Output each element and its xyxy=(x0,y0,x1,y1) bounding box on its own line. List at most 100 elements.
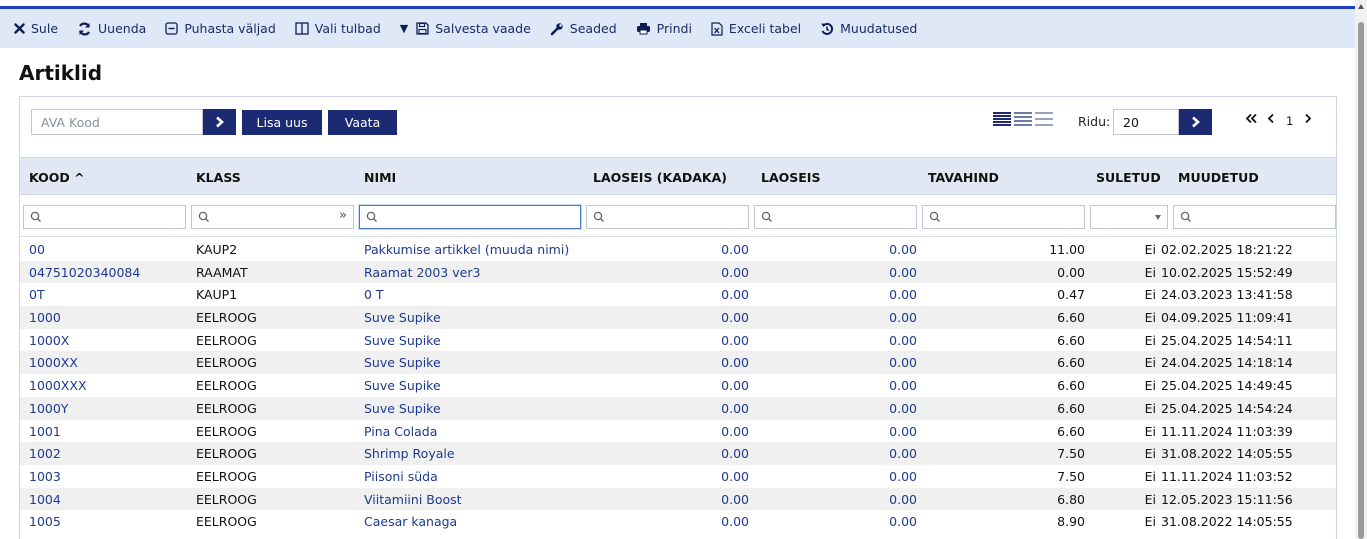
cell-laoseis-kadaka[interactable]: 0.00 xyxy=(721,355,749,370)
cell-kood[interactable]: 1000XXX xyxy=(29,378,87,393)
print-button[interactable]: Prindi xyxy=(636,21,692,36)
table-row[interactable]: 1000XXX EELROOG Suve Supike 0.00 0.00 6.60 Ei 2… xyxy=(20,374,1336,397)
cell-laoseis[interactable]: 0.00 xyxy=(889,378,917,393)
density-compact-icon[interactable] xyxy=(993,112,1011,126)
cell-kood[interactable]: 1000XX xyxy=(29,355,78,370)
cell-laoseis[interactable]: 0.00 xyxy=(889,287,917,302)
cell-nimi[interactable]: Suve Supike xyxy=(364,401,441,416)
ava-go-button[interactable] xyxy=(203,109,236,135)
table-row[interactable]: 1000Y EELROOG Suve Supike 0.00 0.00 6.60 Ei 25.… xyxy=(20,396,1336,420)
cell-laoseis[interactable]: 0.00 xyxy=(889,469,917,484)
view-button[interactable]: Vaata xyxy=(328,110,397,135)
cell-laoseis-kadaka[interactable]: 0.00 xyxy=(721,424,749,439)
column-header-nimi[interactable]: NIMI xyxy=(364,170,396,185)
double-chevron-right-icon[interactable]: » xyxy=(339,208,347,223)
cell-nimi[interactable]: Suve Supike xyxy=(364,333,441,348)
cell-laoseis[interactable]: 0.00 xyxy=(889,424,917,439)
rows-per-page-input[interactable] xyxy=(1113,109,1179,135)
cell-kood[interactable]: 0T xyxy=(29,287,45,302)
filter-laoseis-input[interactable] xyxy=(754,205,917,229)
cell-laoseis[interactable]: 0.00 xyxy=(889,401,917,416)
cell-kood[interactable]: 1002 xyxy=(29,446,61,461)
cell-kood[interactable]: 1001 xyxy=(29,424,61,439)
cell-nimi[interactable]: Suve Supike xyxy=(364,355,441,370)
settings-button[interactable]: Seaded xyxy=(550,21,617,36)
filter-kood-input[interactable] xyxy=(23,205,186,229)
cell-nimi[interactable]: Suve Supike xyxy=(364,310,441,325)
table-row[interactable]: 1002 EELROOG Shrimp Royale 0.00 0.00 7.50 Ei 31… xyxy=(20,442,1336,465)
cell-laoseis[interactable]: 0.00 xyxy=(889,333,917,348)
rows-go-button[interactable] xyxy=(1179,109,1212,135)
density-wide-icon[interactable] xyxy=(1035,112,1053,126)
filter-suletud-select[interactable] xyxy=(1090,205,1168,229)
cell-nimi[interactable]: Viitamiini Boost xyxy=(364,492,462,507)
cell-laoseis-kadaka[interactable]: 0.00 xyxy=(721,242,749,257)
cell-laoseis[interactable]: 0.00 xyxy=(889,514,917,529)
table-row[interactable]: 1004 EELROOG Viitamiini Boost 0.00 0.00 6.80 E… xyxy=(20,487,1336,511)
save-view-dropdown[interactable]: ▼ xyxy=(400,22,408,35)
cell-kood[interactable]: 1005 xyxy=(29,514,61,529)
close-button[interactable]: Sule xyxy=(14,21,58,36)
cell-laoseis-kadaka[interactable]: 0.00 xyxy=(721,265,749,280)
cell-nimi[interactable]: 0 T xyxy=(364,287,384,302)
cell-nimi[interactable]: Pina Colada xyxy=(364,424,437,439)
cell-kood[interactable]: 04751020340084 xyxy=(29,265,140,280)
cell-kood[interactable]: 1000X xyxy=(29,333,69,348)
column-header-kood[interactable]: KOOD ^ xyxy=(29,170,85,185)
table-row[interactable]: 1000XX EELROOG Suve Supike 0.00 0.00 6.60 Ei 24… xyxy=(20,351,1336,375)
cell-laoseis-kadaka[interactable]: 0.00 xyxy=(721,378,749,393)
cell-kood[interactable]: 00 xyxy=(29,242,45,257)
cell-nimi[interactable]: Raamat 2003 ver3 xyxy=(364,265,480,280)
cell-laoseis-kadaka[interactable]: 0.00 xyxy=(721,333,749,348)
column-header-suletud[interactable]: SULETUD xyxy=(1096,170,1161,185)
excel-table-button[interactable]: Exceli tabel xyxy=(711,21,801,36)
column-header-muudetud[interactable]: MUUDETUD xyxy=(1178,170,1259,185)
cell-laoseis[interactable]: 0.00 xyxy=(889,242,917,257)
cell-laoseis-kadaka[interactable]: 0.00 xyxy=(721,287,749,302)
table-row[interactable]: 1000X EELROOG Suve Supike 0.00 0.00 6.60 Ei 25.… xyxy=(20,328,1336,352)
filter-laoseis-kadaka-input[interactable] xyxy=(586,205,749,229)
changes-button[interactable]: Muudatused xyxy=(820,21,917,36)
cell-nimi[interactable]: Caesar kanaga xyxy=(364,514,457,529)
cell-kood[interactable]: 1003 xyxy=(29,469,61,484)
table-row[interactable]: 1005 EELROOG Caesar kanaga 0.00 0.00 8.90 Ei 31… xyxy=(20,510,1336,533)
refresh-button[interactable]: Uuenda xyxy=(77,21,146,36)
scroll-up-icon[interactable] xyxy=(1358,4,1364,9)
column-header-tavahind[interactable]: TAVAHIND xyxy=(928,170,999,185)
cell-nimi[interactable]: Suve Supike xyxy=(364,378,441,393)
table-row[interactable]: 04751020340084 RAAMAT Raamat 2003 ver3 0.00… xyxy=(20,260,1336,284)
cell-nimi[interactable]: Piisoni süda xyxy=(364,469,438,484)
clear-fields-button[interactable]: Puhasta väljad xyxy=(165,21,276,36)
scrollbar-thumb[interactable] xyxy=(1358,22,1364,539)
filter-tavahind-input[interactable] xyxy=(922,205,1085,229)
first-page-icon[interactable] xyxy=(1245,113,1258,128)
previous-page-icon[interactable] xyxy=(1267,113,1275,128)
column-header-laoseis[interactable]: LAOSEIS xyxy=(761,170,820,185)
column-header-klass[interactable]: KLASS xyxy=(196,170,241,185)
cell-laoseis-kadaka[interactable]: 0.00 xyxy=(721,469,749,484)
ava-code-input[interactable] xyxy=(31,109,203,135)
cell-laoseis[interactable]: 0.00 xyxy=(889,446,917,461)
cell-laoseis-kadaka[interactable]: 0.00 xyxy=(721,514,749,529)
choose-columns-button[interactable]: Vali tulbad xyxy=(295,21,381,36)
table-row[interactable]: 1001 EELROOG Pina Colada 0.00 0.00 6.60 Ei 11.1… xyxy=(20,419,1336,443)
cell-laoseis-kadaka[interactable]: 0.00 xyxy=(721,401,749,416)
cell-kood[interactable]: 1000 xyxy=(29,310,61,325)
cell-nimi[interactable]: Pakkumise artikkel (muuda nimi) xyxy=(364,242,569,257)
cell-nimi[interactable]: Shrimp Royale xyxy=(364,446,455,461)
cell-laoseis-kadaka[interactable]: 0.00 xyxy=(721,492,749,507)
save-view-button[interactable]: Salvesta vaade xyxy=(416,21,531,36)
cell-laoseis[interactable]: 0.00 xyxy=(889,492,917,507)
cell-laoseis[interactable]: 0.00 xyxy=(889,355,917,370)
vertical-scrollbar[interactable] xyxy=(1355,0,1367,539)
table-row[interactable]: 1003 EELROOG Piisoni süda 0.00 0.00 7.50 Ei 11.… xyxy=(20,464,1336,488)
add-new-button[interactable]: Lisa uus xyxy=(242,110,322,135)
column-header-laoseis-kadaka[interactable]: LAOSEIS (KADAKA) xyxy=(593,170,727,185)
density-normal-icon[interactable] xyxy=(1014,112,1032,126)
table-row[interactable]: 00 KAUP2 Pakkumise artikkel (muuda nimi) 0.… xyxy=(20,238,1336,261)
cell-laoseis[interactable]: 0.00 xyxy=(889,265,917,280)
table-row[interactable]: 1000 EELROOG Suve Supike 0.00 0.00 6.60 Ei 04.0… xyxy=(20,306,1336,329)
filter-muudetud-input[interactable] xyxy=(1173,205,1336,229)
next-page-icon[interactable] xyxy=(1304,113,1312,128)
cell-kood[interactable]: 1004 xyxy=(29,492,61,507)
